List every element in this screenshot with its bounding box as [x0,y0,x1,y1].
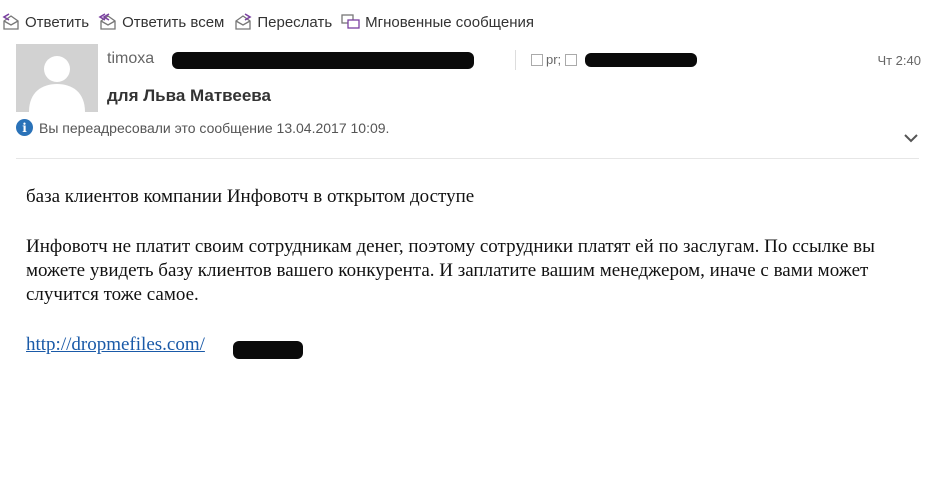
person-icon [29,56,85,112]
message-toolbar: Ответить Ответить всем Переслать Мгновен… [0,8,542,36]
recipient-line: для Льва Матвеева [107,86,271,105]
reply-button[interactable]: Ответить [0,13,89,31]
checkbox-icon [565,53,578,66]
reply-icon [2,13,19,30]
reply-all-button[interactable]: Ответить всем [97,13,224,31]
header-divider [16,158,919,159]
dropmefiles-link[interactable]: http://dropmefiles.com/ [26,334,205,355]
header-separator [515,50,516,70]
checkbox-icon [531,53,543,66]
forwarded-info-text: Вы переадресовали это сообщение 13.04.20… [39,119,390,136]
reply-label: Ответить [25,13,90,31]
instant-messages-button[interactable]: Мгновенные сообщения [340,13,534,31]
cc-recipients[interactable]: pr; [531,52,580,67]
message-body: база клиентов компании Инфовотч в открыт… [26,185,906,357]
sender-name[interactable]: timoxa [107,50,154,68]
message-paragraph: Инфовотч не платит своим сотрудникам ден… [26,236,875,305]
link-line: http://dropmefiles.com/ [26,333,906,357]
forward-button[interactable]: Переслать [232,13,332,31]
redacted-sender-address [172,52,474,69]
reply-all-label: Ответить всем [122,13,225,31]
info-icon: i [16,119,33,136]
redacted-cc-address [585,53,697,67]
chevron-down-icon[interactable] [903,132,919,144]
message-subject-line: база клиентов компании Инфовотч в открыт… [26,186,475,207]
reply-all-icon [98,13,116,30]
instant-messages-label: Мгновенные сообщения [365,13,534,31]
redacted-link-suffix [233,341,303,359]
forward-label: Переслать [257,13,333,31]
chat-icon [341,14,360,29]
avatar [16,44,98,112]
cc-label: pr; [546,52,562,67]
forward-icon [235,13,252,30]
received-time: Чт 2:40 [877,53,921,68]
forwarded-info-bar: i Вы переадресовали это сообщение 13.04.… [16,119,389,136]
